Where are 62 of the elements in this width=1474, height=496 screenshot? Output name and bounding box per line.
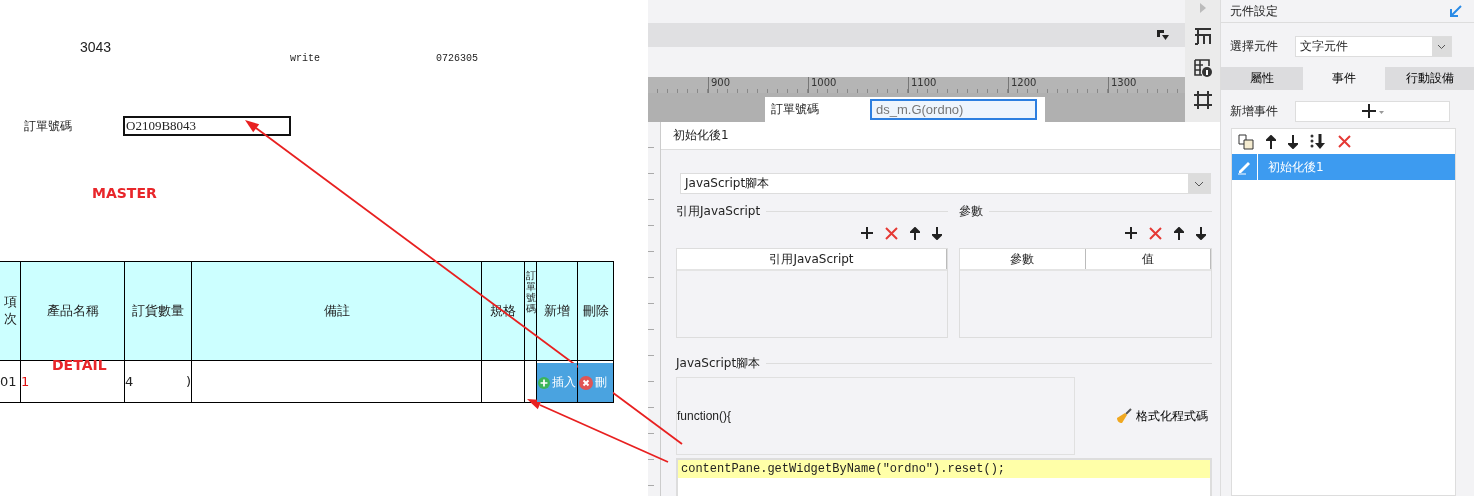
add-icon[interactable] [861,227,873,239]
column-header: 產品名稱 [46,302,99,320]
arrow-up-icon[interactable] [1266,134,1276,149]
chevron-down-icon [1432,36,1451,56]
arrow-down-icon[interactable] [932,226,942,240]
report-text: 0726305 [436,53,479,65]
collapse-arrow-icon[interactable] [1450,5,1462,17]
column-header: 備註 [323,302,350,320]
column-header: 參數 [960,249,1086,269]
function-header: function(){ [677,409,732,423]
delete-icon[interactable] [885,226,898,240]
column-header: 項次 [3,294,17,328]
plus-icon [538,375,550,390]
brush-icon [1116,408,1132,424]
arrow-down-icon[interactable] [1196,226,1206,240]
arrow-down-icon[interactable] [1288,134,1298,149]
section-title: JavaScript腳本 [676,354,761,372]
cell-label: 訂單號碼 [770,101,820,118]
column-header: 規格 [490,302,516,320]
section-title: 引用JavaScript [676,202,761,220]
section-title: 參數 [959,202,983,220]
column-header: 訂貨數量 [132,302,184,320]
type-select[interactable]: JavaScript腳本 [680,173,1211,194]
arrow-up-icon[interactable] [910,226,920,240]
text-widget[interactable]: ds_m.G(ordno) [870,99,1037,120]
field-label: 新增事件 [1230,102,1278,120]
field-label: 選擇元件 [1230,37,1278,55]
dialog-title: 初始化後1 [673,127,729,144]
column-header: 值 [1085,249,1211,269]
column-header: 新增 [544,302,570,320]
table-cell: 01 [0,374,17,389]
table-info-icon[interactable] [1193,59,1212,77]
report-text: write [290,53,320,65]
column-header: 刪除 [582,302,609,320]
arrow-up-icon[interactable] [1174,226,1184,240]
panel-tab[interactable]: 屬性 [1221,67,1303,90]
field-label: 訂單號碼 [24,117,73,135]
widget-select[interactable]: 文字元件 [1295,35,1452,57]
order-number-field[interactable]: O2109B8043 [123,116,291,136]
cross-icon [579,375,593,390]
column-header: 訂單號碼 [525,270,536,314]
section-label: DETAIL [52,357,107,373]
table-cell: 4 [125,374,134,389]
plus-icon [1361,104,1384,118]
table-cell: 1 [21,374,30,389]
delete-icon[interactable] [1338,135,1351,148]
add-icon[interactable] [1125,227,1137,239]
chevron-down-icon [1188,174,1210,193]
move-bottom-icon[interactable] [1310,133,1326,150]
grid-icon[interactable] [1193,27,1212,45]
delete-icon[interactable] [1149,226,1162,240]
table-cell: ) [185,374,191,389]
dropdown-icon[interactable] [1157,29,1169,41]
report-text: 3043 [80,39,112,55]
frame-icon[interactable] [1193,91,1212,109]
pencil-icon [1236,159,1253,175]
copy-icon[interactable] [1238,133,1254,150]
column-header: 引用JavaScript [677,249,947,269]
panel-title: 元件設定 [1230,2,1278,20]
section-label: MASTER [92,185,157,201]
panel-tab[interactable]: 行動設備 [1385,67,1474,90]
format-code-button[interactable]: 格式化程式碼 [1116,407,1208,425]
